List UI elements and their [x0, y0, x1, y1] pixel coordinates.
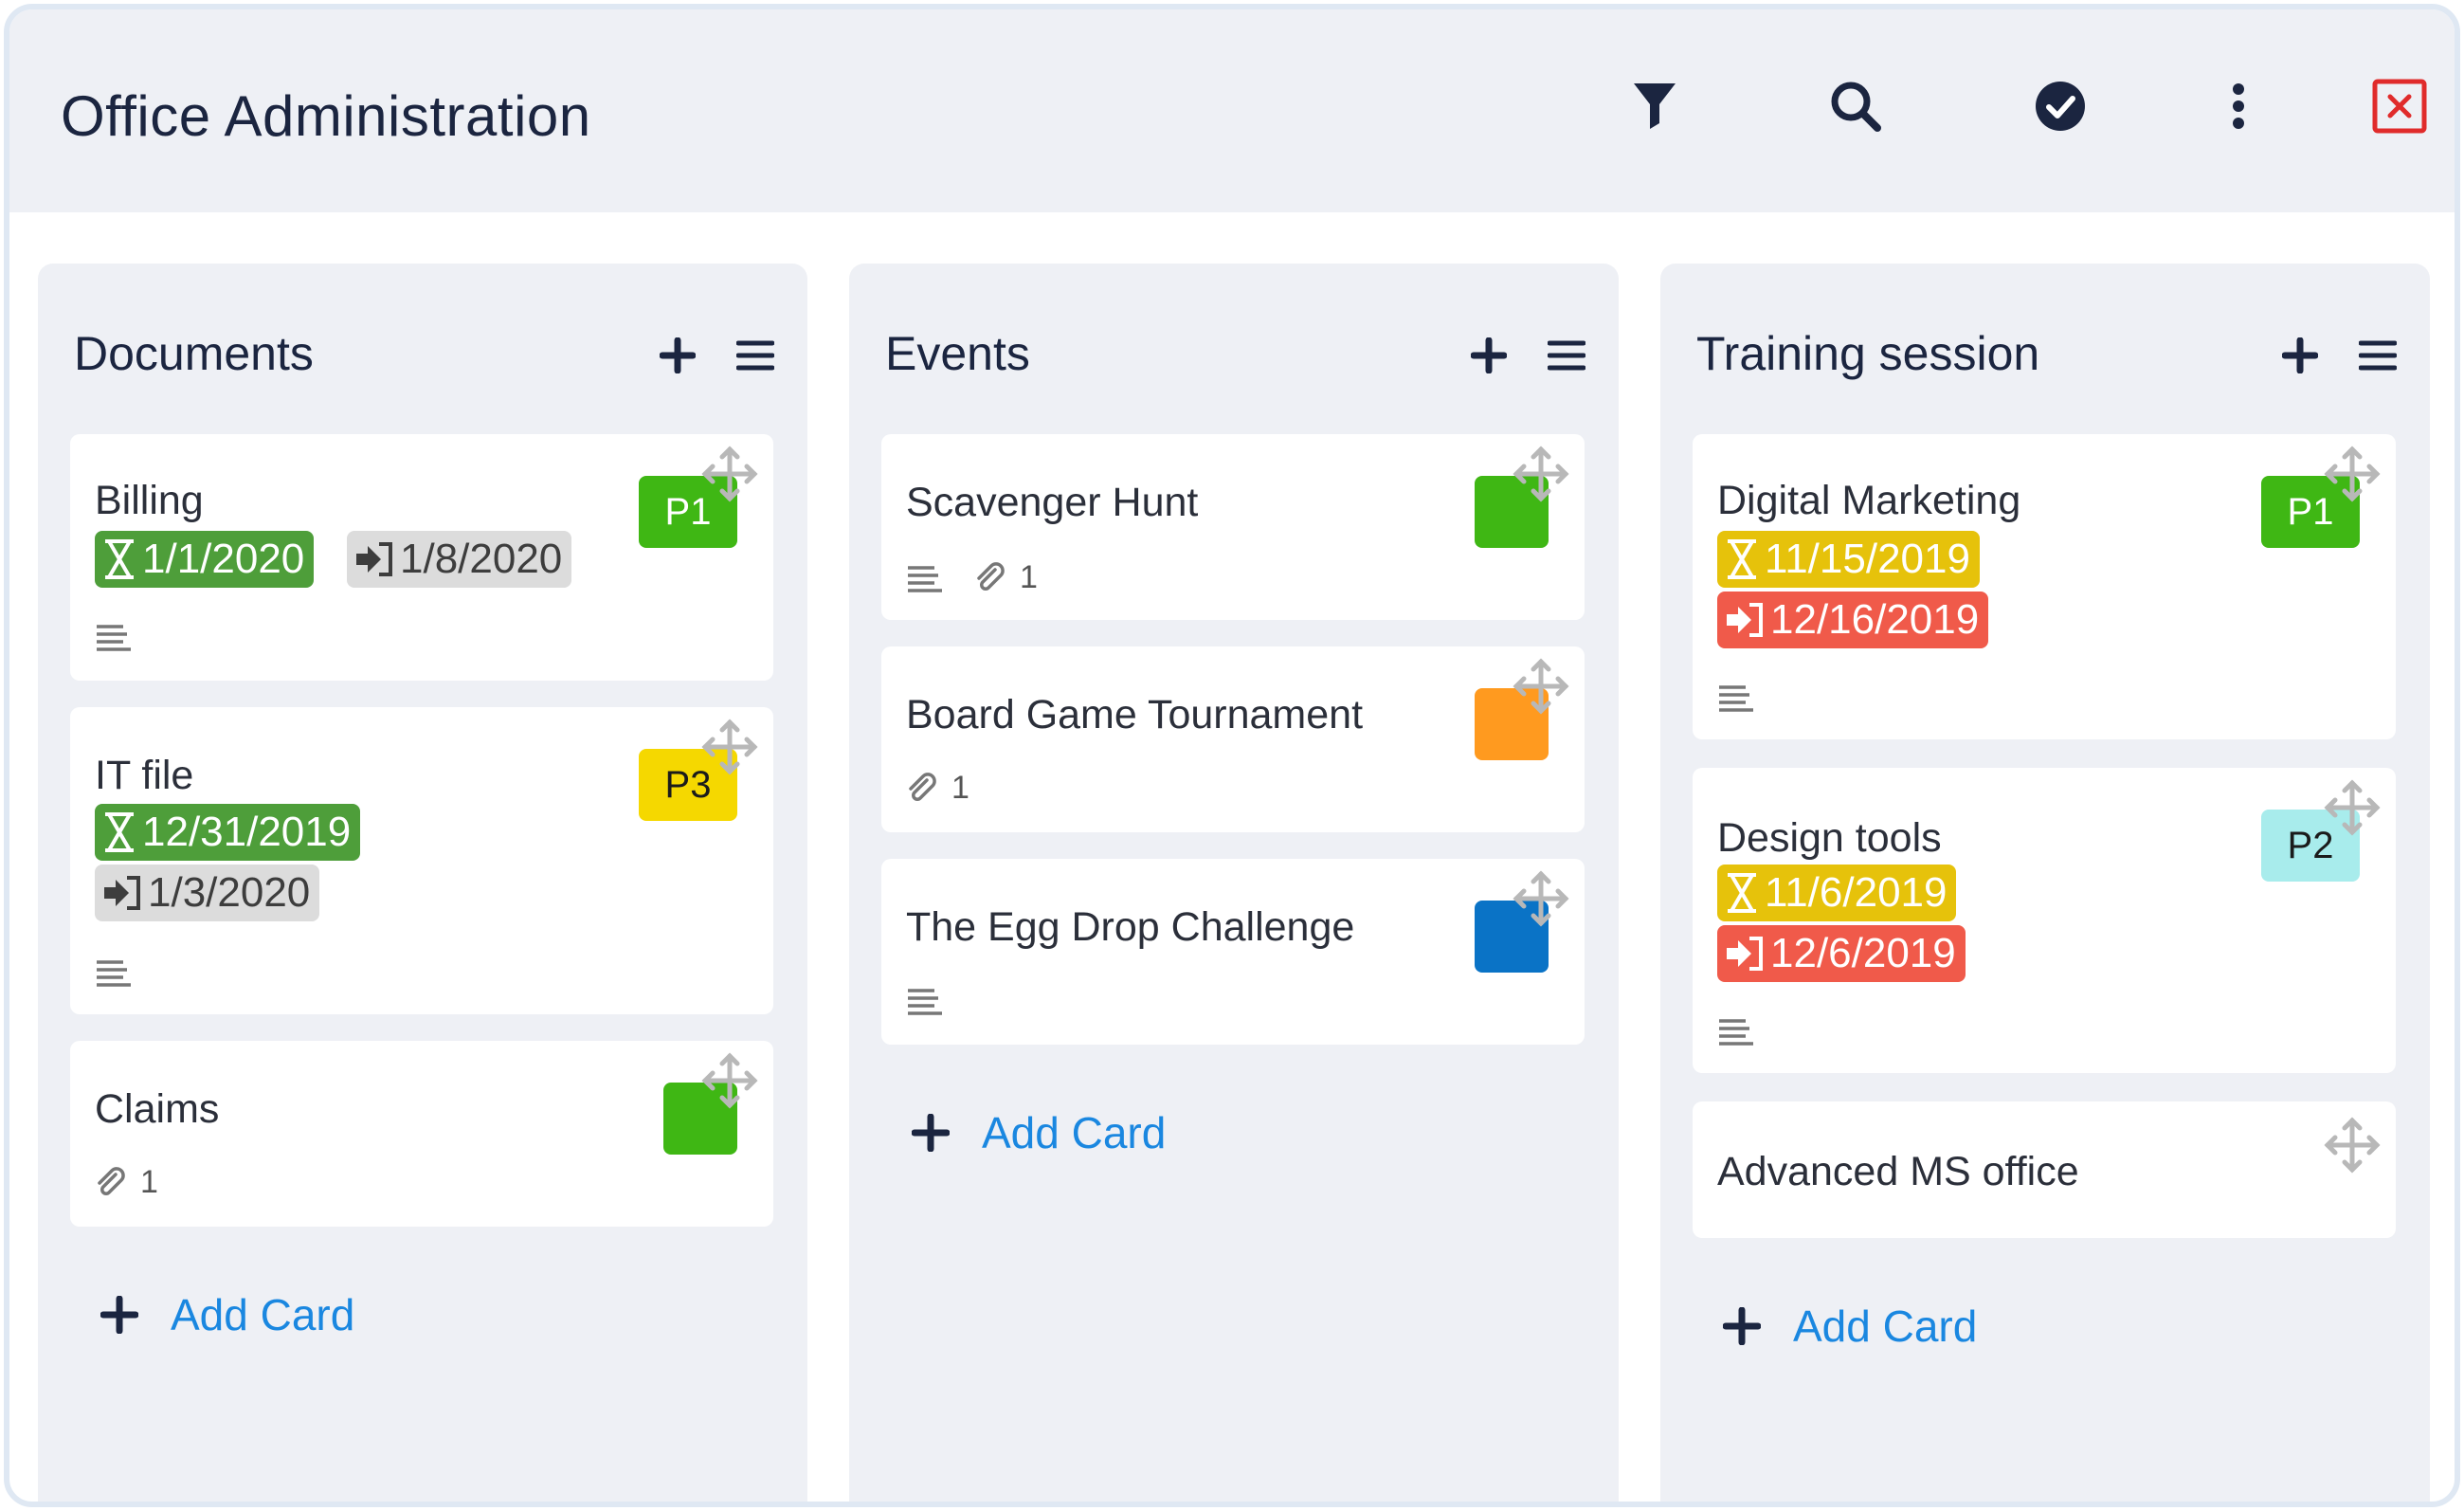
start-date-badge: 11/6/2019 — [1717, 865, 1957, 921]
start-date-badge: 12/31/2019 — [95, 804, 361, 861]
description-icon — [95, 959, 133, 988]
column-title: Documents — [74, 327, 314, 380]
card-scavenger-hunt[interactable]: Scavenger Hunt 1 — [881, 434, 1585, 620]
card-title: Scavenger Hunt — [906, 480, 1199, 525]
plus-icon — [912, 1114, 950, 1152]
add-card-button[interactable]: Add Card — [100, 1289, 354, 1340]
plus-icon — [1723, 1307, 1761, 1345]
description-icon — [906, 988, 944, 1016]
card-title: Advanced MS office — [1717, 1149, 2079, 1194]
column-title: Training session — [1696, 327, 2040, 380]
card-design-tools[interactable]: Design tools P2 11/6/2019 12/6/2019 — [1693, 768, 2396, 1073]
start-date: 11/6/2019 — [1765, 869, 1948, 916]
card-billing[interactable]: Billing P1 1/1/2020 1/8/2020 — [70, 434, 773, 681]
column-documents: Documents Billing P1 1/1/2020 1/8/2020 I… — [38, 264, 807, 1502]
card-title: Digital Marketing — [1717, 478, 2021, 523]
add-card-button[interactable]: Add Card — [1723, 1301, 1977, 1352]
attachment-indicator: 1 — [906, 770, 969, 807]
attachment-count: 1 — [951, 770, 969, 806]
move-icon[interactable] — [2322, 777, 2382, 838]
board-window: Office Administration Documents Billing … — [4, 4, 2460, 1507]
move-icon[interactable] — [699, 444, 760, 504]
add-card-label: Add Card — [171, 1290, 355, 1339]
close-icon[interactable] — [2371, 78, 2428, 135]
description-icon — [1717, 1018, 1755, 1047]
card-title: IT file — [95, 753, 194, 798]
due-date: 12/16/2019 — [1770, 596, 1980, 643]
card-digital-marketing[interactable]: Digital Marketing P1 11/15/2019 12/16/20… — [1693, 434, 2396, 739]
attachment-indicator: 1 — [95, 1164, 158, 1201]
column-title: Events — [885, 327, 1030, 380]
attachment-count: 1 — [1020, 559, 1038, 595]
card-advanced-ms-office[interactable]: Advanced MS office — [1693, 1101, 2396, 1238]
card-egg-drop-challenge[interactable]: The Egg Drop Challenge — [881, 859, 1585, 1045]
hourglass-icon — [105, 539, 134, 579]
move-icon[interactable] — [699, 717, 760, 777]
due-date-badge: 12/6/2019 — [1717, 925, 1966, 982]
add-card-label: Add Card — [1793, 1302, 1978, 1351]
due-date: 12/6/2019 — [1770, 930, 1956, 976]
description-icon — [95, 624, 133, 652]
hourglass-icon — [105, 812, 134, 852]
header-bar: Office Administration — [9, 9, 2455, 212]
hourglass-icon — [1728, 873, 1756, 913]
description-icon — [906, 565, 944, 593]
due-date-badge: 1/3/2020 — [95, 865, 320, 921]
hourglass-icon — [1728, 539, 1756, 579]
due-date-badge: 12/16/2019 — [1717, 592, 1989, 648]
card-board-game-tournament[interactable]: Board Game Tournament 1 — [881, 646, 1585, 832]
add-icon[interactable] — [2274, 330, 2326, 381]
card-claims[interactable]: Claims 1 — [70, 1041, 773, 1227]
menu-icon[interactable] — [1541, 330, 1592, 381]
start-date: 1/1/2020 — [142, 536, 305, 582]
move-icon[interactable] — [1511, 868, 1571, 929]
paperclip-icon — [909, 772, 936, 801]
more-vertical-icon[interactable] — [2210, 78, 2267, 135]
board-title: Office Administration — [61, 84, 591, 148]
column-events: Events Scavenger Hunt 1 Board Game Tourn… — [849, 264, 1619, 1502]
due-date: 1/3/2020 — [148, 869, 311, 916]
attachment-indicator: 1 — [974, 559, 1038, 596]
card-title: Billing — [95, 478, 204, 523]
move-icon[interactable] — [1511, 656, 1571, 717]
start-date-badge: 11/15/2019 — [1717, 531, 1980, 588]
move-icon[interactable] — [1511, 444, 1571, 504]
start-date: 11/15/2019 — [1765, 536, 1970, 582]
card-title: The Egg Drop Challenge — [906, 904, 1355, 950]
column-training-session: Training session Digital Marketing P1 11… — [1660, 264, 2430, 1502]
add-icon[interactable] — [1463, 330, 1514, 381]
add-card-button[interactable]: Add Card — [912, 1107, 1166, 1158]
sign-in-icon — [1727, 603, 1763, 637]
start-date: 12/31/2019 — [142, 809, 352, 855]
move-icon[interactable] — [2322, 444, 2382, 504]
add-icon[interactable] — [652, 330, 703, 381]
due-date-badge: 1/8/2020 — [347, 531, 572, 588]
card-title: Claims — [95, 1086, 220, 1132]
move-icon[interactable] — [699, 1050, 760, 1111]
search-icon[interactable] — [1827, 78, 1884, 135]
sign-in-icon — [356, 542, 392, 576]
paperclip-icon — [977, 561, 1005, 591]
menu-icon[interactable] — [730, 330, 781, 381]
sign-in-icon — [104, 876, 140, 910]
paperclip-icon — [98, 1166, 125, 1195]
add-card-label: Add Card — [982, 1108, 1167, 1157]
attachment-count: 1 — [140, 1164, 158, 1200]
description-icon — [1717, 684, 1755, 713]
due-date: 1/8/2020 — [400, 536, 563, 582]
card-it-file[interactable]: IT file P3 12/31/2019 1/3/2020 — [70, 707, 773, 1014]
sign-in-icon — [1727, 937, 1763, 971]
card-title: Design tools — [1717, 815, 1942, 861]
card-title: Board Game Tournament — [906, 692, 1364, 737]
menu-icon[interactable] — [2352, 330, 2403, 381]
move-icon[interactable] — [2322, 1115, 2382, 1175]
plus-icon — [100, 1296, 138, 1334]
check-circle-icon[interactable] — [2032, 78, 2089, 135]
filter-icon[interactable] — [1626, 78, 1683, 135]
start-date-badge: 1/1/2020 — [95, 531, 315, 588]
